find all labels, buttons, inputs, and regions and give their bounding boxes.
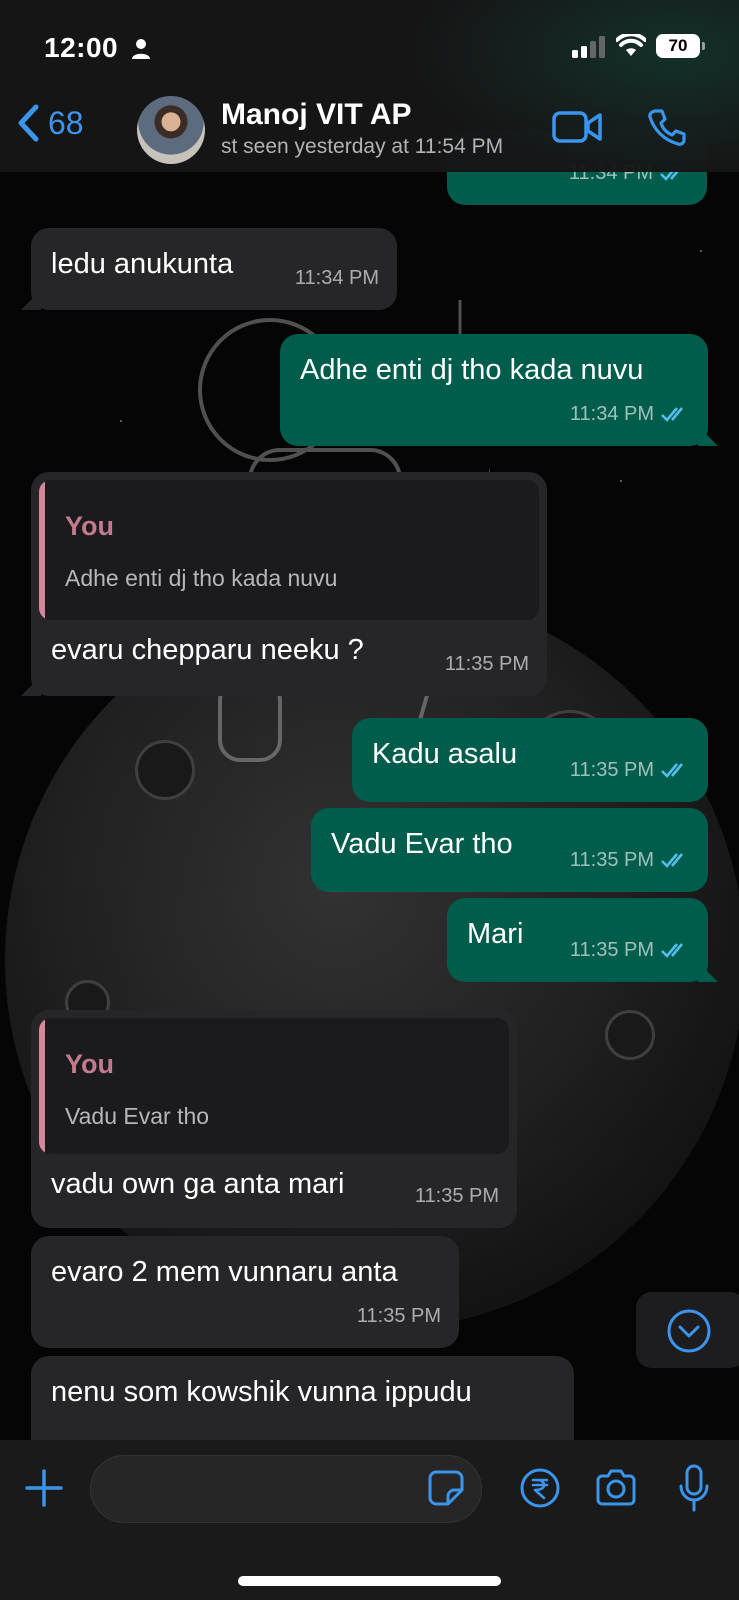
wifi-icon xyxy=(616,34,646,56)
message-outgoing[interactable]: Adhe enti dj tho kada nuvu 11:34 PM xyxy=(280,334,708,446)
message-meta: 11:35 PM xyxy=(414,1185,499,1207)
composer-bar xyxy=(0,1440,739,1600)
double-check-icon xyxy=(661,763,683,778)
rupee-payment-icon[interactable] xyxy=(520,1468,560,1508)
double-check-icon xyxy=(661,943,683,958)
message-meta: 11:35 PM xyxy=(356,1305,441,1327)
message-meta: 11:35 PM xyxy=(570,752,690,788)
message-meta: 11:35 PM xyxy=(570,842,690,878)
back-button[interactable]: 68 xyxy=(16,104,84,142)
message-meta: 11:34 PM xyxy=(294,267,379,289)
message-incoming[interactable]: ledu anukunta 11:34 PM xyxy=(31,228,397,310)
contact-name: Manoj VIT AP xyxy=(221,98,412,131)
quoted-message[interactable]: You Adhe enti dj tho kada nuvu xyxy=(39,480,539,620)
camera-icon[interactable] xyxy=(594,1468,638,1508)
chevron-left-icon xyxy=(18,104,39,142)
cellular-signal-icon xyxy=(572,36,605,58)
scroll-to-bottom-button[interactable] xyxy=(636,1292,739,1368)
message-outgoing[interactable]: Kadu asalu 11:35 PM xyxy=(352,718,708,802)
double-check-icon xyxy=(661,407,683,422)
battery-indicator: 70 xyxy=(656,34,705,58)
unread-count: 68 xyxy=(48,104,84,141)
message-outgoing[interactable]: Vadu Evar tho 11:35 PM xyxy=(311,808,708,892)
sticker-icon[interactable] xyxy=(428,1470,464,1506)
chat-header: 12:00 70 68 Manoj VIT AP st seen yesterd… xyxy=(0,0,739,172)
status-bar: 12:00 70 xyxy=(0,28,739,68)
double-check-icon xyxy=(661,853,683,868)
quoted-message[interactable]: You Vadu Evar tho xyxy=(39,1018,509,1154)
message-incoming-reply[interactable]: You Adhe enti dj tho kada nuvu evaru che… xyxy=(31,472,547,696)
message-meta: 11:34 PM xyxy=(570,396,690,432)
message-meta: 11:35 PM xyxy=(444,653,529,675)
message-meta: 11:35 PM xyxy=(570,932,690,968)
home-indicator xyxy=(238,1576,501,1586)
message-incoming-reply[interactable]: You Vadu Evar tho vadu own ga anta mari … xyxy=(31,1010,517,1228)
avatar[interactable] xyxy=(137,96,205,164)
plus-icon[interactable] xyxy=(24,1468,64,1508)
message-list[interactable]: 11:34 PM ledu anukunta 11:34 PM Adhe ent… xyxy=(0,0,739,1476)
contact-info[interactable]: Manoj VIT AP st seen yesterday at 11:54 … xyxy=(221,98,541,159)
chevron-down-circle-icon xyxy=(667,1309,711,1353)
quote-author: You xyxy=(65,511,114,541)
last-seen-status: st seen yesterday at 11:54 PM xyxy=(221,135,504,158)
microphone-icon[interactable] xyxy=(678,1464,710,1512)
message-input[interactable] xyxy=(90,1455,482,1523)
phone-icon[interactable] xyxy=(648,108,686,146)
quote-text: Vadu Evar tho xyxy=(65,1103,210,1129)
quote-text: Adhe enti dj tho kada nuvu xyxy=(65,565,338,591)
video-camera-icon[interactable] xyxy=(552,110,602,144)
conversation-nav: 68 Manoj VIT AP st seen yesterday at 11:… xyxy=(0,90,739,170)
message-outgoing[interactable]: Mari 11:35 PM xyxy=(447,898,708,982)
quote-author: You xyxy=(65,1049,114,1079)
clock: 12:00 xyxy=(44,32,119,63)
person-icon xyxy=(132,39,150,59)
message-incoming[interactable]: evaro 2 mem vunnaru anta 11:35 PM xyxy=(31,1236,459,1348)
